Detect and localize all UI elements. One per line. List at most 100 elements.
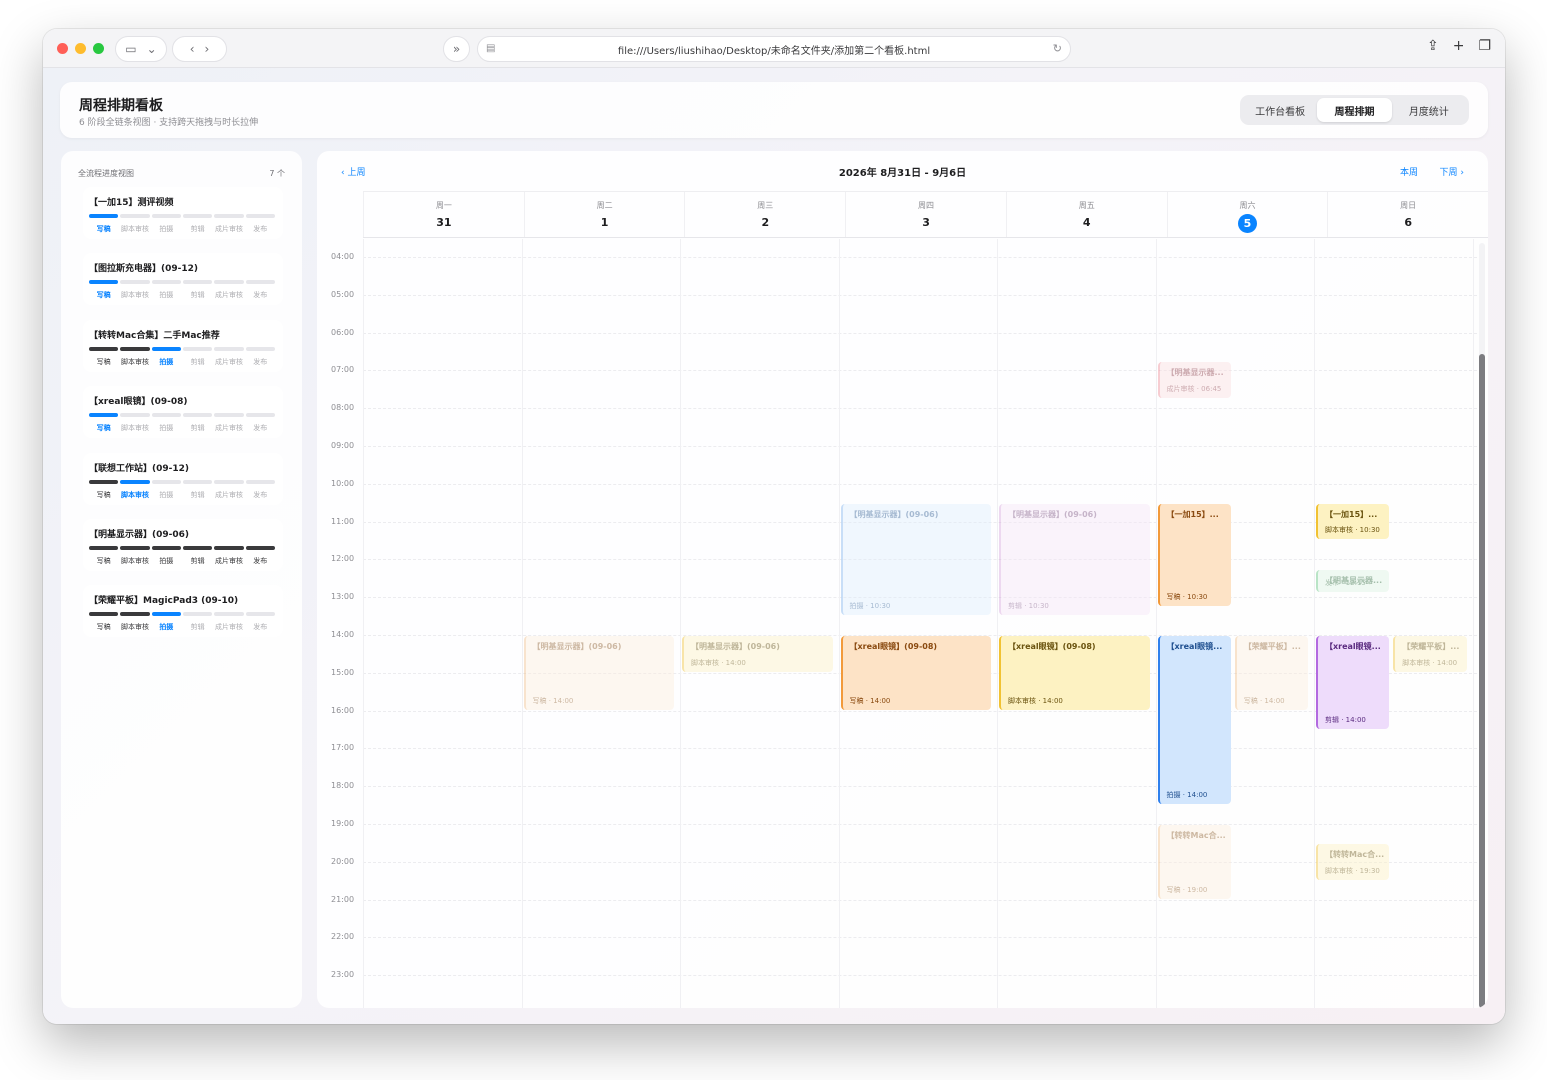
- day-header[interactable]: 周二 1: [523, 192, 685, 237]
- day-date: 1: [600, 216, 609, 229]
- project-card[interactable]: 【联想工作站】(09-12) 写稿 脚本审核 拍摄 剪辑 成片审核 发布: [83, 452, 283, 505]
- time-label: 12:00: [331, 554, 355, 564]
- progress-segment: [214, 214, 244, 218]
- event-card[interactable]: 【xreal眼镜】(09-08) 脚本审核 · 14:00: [999, 636, 1150, 710]
- day-date: 2: [761, 216, 770, 229]
- event-card[interactable]: 【明基显示器... 发布 · 12:15: [1316, 569, 1390, 593]
- day-column-line: [1472, 239, 1474, 1008]
- tab-monthly-stats[interactable]: 月度统计: [1392, 98, 1466, 122]
- progress-segment: [245, 413, 275, 418]
- project-card[interactable]: 【xreal眼镜】(09-08) 写稿 脚本审核 拍摄 剪辑 成片审核 发布: [83, 386, 283, 439]
- forward-icon[interactable]: ›: [205, 42, 210, 56]
- new-tab-icon[interactable]: +: [1453, 38, 1465, 54]
- time-label: 13:00: [331, 592, 355, 602]
- event-card[interactable]: 【xreal眼镜... 剪辑 · 14:00: [1316, 636, 1390, 729]
- stage-label: 脚本审核: [120, 623, 149, 632]
- tab-workbench[interactable]: 工作台看板: [1243, 98, 1317, 122]
- day-header[interactable]: 周日 6: [1327, 192, 1488, 237]
- progress-segment: [89, 612, 119, 617]
- event-title: 【转转Mac合...: [1325, 849, 1385, 859]
- address-bar[interactable]: ▤ file:///Users/liushihao/Desktop/未命名文件夹…: [477, 36, 1071, 62]
- stage-label: 拍摄: [159, 225, 174, 233]
- reload-icon[interactable]: ↻: [1053, 42, 1062, 55]
- event-card[interactable]: 【一加15】... 脚本审核 · 10:30: [1316, 503, 1390, 540]
- progress-segment: [182, 413, 213, 418]
- stage-label: 写稿: [96, 623, 111, 632]
- event-card[interactable]: 【转转Mac合... 脚本审核 · 19:30: [1316, 843, 1390, 880]
- page-icon: ▤: [486, 43, 496, 54]
- event-meta: 写稿 · 14:00: [532, 696, 574, 705]
- progress-segment: [89, 214, 119, 218]
- time-label: 22:00: [331, 932, 355, 942]
- event-title: 【明基显示器】(09-06): [691, 642, 780, 651]
- event-card[interactable]: 【明基显示器】(09-06) 写稿 · 14:00: [523, 636, 674, 710]
- stage-labels: 写稿 脚本审核 拍摄 剪辑 成片审核 发布: [89, 290, 275, 300]
- event-card[interactable]: 【明基显示器】(09-06) 剪辑 · 10:30: [999, 503, 1150, 616]
- project-card[interactable]: 【转转Mac合集】二手Mac推荐 写稿 脚本审核 拍摄 剪辑 成片审核 发布: [83, 319, 283, 372]
- progress-segment: [151, 214, 181, 218]
- event-title: 【xreal眼镜】(09-08): [1008, 642, 1096, 651]
- event-card[interactable]: 【xreal眼镜】(09-08) 写稿 · 14:00: [840, 636, 991, 710]
- day-weekday: 周五: [1078, 201, 1095, 210]
- week-range: 2026年 8月31日 - 9月6日: [838, 168, 967, 179]
- stage-label: 剪辑: [190, 424, 205, 433]
- event-meta: 脚本审核 · 14:00: [1008, 696, 1063, 705]
- day-header[interactable]: 周一 31: [363, 192, 524, 237]
- event-meta: 剪辑 · 14:00: [1325, 715, 1366, 724]
- event-meta: 写稿 · 19:00: [1166, 885, 1208, 894]
- url-text: file:///Users/liushihao/Desktop/未命名文件夹/添…: [617, 45, 931, 57]
- stage-label: 成片审核: [214, 490, 243, 499]
- event-card[interactable]: 【xreal眼镜... 拍摄 · 14:00: [1157, 636, 1231, 805]
- stage-label: 拍摄: [159, 424, 174, 433]
- time-label: 04:00: [331, 252, 355, 261]
- stage-label: 脚本审核: [120, 225, 149, 233]
- stage-label: 成片审核: [214, 291, 243, 300]
- project-card[interactable]: 【图拉斯充电器】(09-12) 写稿 脚本审核 拍摄 剪辑 成片审核 发布: [83, 253, 283, 306]
- event-card[interactable]: 【荣耀平板】... 脚本审核 · 14:00: [1393, 636, 1467, 672]
- scrollbar-thumb[interactable]: [1479, 354, 1485, 1008]
- next-week-button[interactable]: 下周 ›: [1440, 165, 1464, 178]
- tab-weekly-schedule[interactable]: 周程排期: [1317, 98, 1392, 122]
- stage-labels: 写稿 脚本审核 拍摄 剪辑 成片审核 发布: [89, 224, 275, 234]
- progress-bars: [89, 612, 275, 617]
- tabs-overview-icon[interactable]: ❐: [1478, 38, 1491, 54]
- day-header[interactable]: 周六 5: [1166, 192, 1328, 237]
- event-card[interactable]: 【明基显示器】(09-06) 拍摄 · 10:30: [840, 503, 991, 616]
- stage-label: 拍摄: [159, 623, 174, 632]
- event-card[interactable]: 【一加15】... 写稿 · 10:30: [1157, 503, 1231, 606]
- stage-label: 拍摄: [159, 557, 174, 565]
- day-date: 3: [922, 216, 930, 229]
- progress-bars: [89, 479, 275, 484]
- day-header[interactable]: 周五 4: [1005, 192, 1167, 237]
- hour-line: [363, 332, 1477, 334]
- sidebar-toggle-button[interactable]: ▭ ⌄: [115, 36, 167, 62]
- event-card[interactable]: 【明基显示器】(09-06) 脚本审核 · 14:00: [682, 636, 833, 672]
- progress-segment: [245, 479, 275, 484]
- time-label: 11:00: [331, 516, 355, 526]
- stage-label: 写稿: [96, 291, 111, 300]
- hour-line: [363, 710, 1477, 712]
- minimize-window-button[interactable]: [75, 43, 86, 54]
- project-card[interactable]: 【明基显示器】(09-06) 写稿 脚本审核 拍摄 剪辑 成片审核 发布: [83, 519, 283, 571]
- event-card[interactable]: 【荣耀平板】... 写稿 · 14:00: [1234, 636, 1308, 710]
- progress-segment: [182, 546, 213, 550]
- event-card[interactable]: 【明基显示器... 成片审核 · 06:45: [1157, 361, 1231, 398]
- day-header[interactable]: 周四 3: [845, 192, 1006, 237]
- progress-segment: [182, 280, 213, 285]
- day-header[interactable]: 周三 2: [684, 192, 845, 237]
- back-icon[interactable]: ‹: [190, 42, 195, 56]
- project-card[interactable]: 【一加15】测评视频 写稿 脚本审核 拍摄 剪辑 成片审核 发布: [83, 187, 283, 239]
- share-icon[interactable]: ⇪: [1427, 38, 1439, 54]
- time-label: 23:00: [331, 970, 355, 980]
- close-window-button[interactable]: [57, 43, 68, 54]
- this-week-button[interactable]: 本周: [1400, 165, 1418, 178]
- zoom-window-button[interactable]: [93, 43, 104, 54]
- sidebar-toggle-icon: ▭: [125, 42, 137, 56]
- hour-line: [363, 483, 1477, 485]
- reader-button[interactable]: »: [443, 36, 470, 62]
- time-label: 16:00: [331, 705, 355, 715]
- event-card[interactable]: 【转转Mac合... 写稿 · 19:00: [1157, 825, 1231, 899]
- event-title: 【一加15】...: [1166, 509, 1219, 519]
- project-card[interactable]: 【荣耀平板】MagicPad3 (09-10) 写稿 脚本审核 拍摄 剪辑 成片审核 发布: [83, 585, 283, 638]
- hour-line: [363, 408, 1477, 410]
